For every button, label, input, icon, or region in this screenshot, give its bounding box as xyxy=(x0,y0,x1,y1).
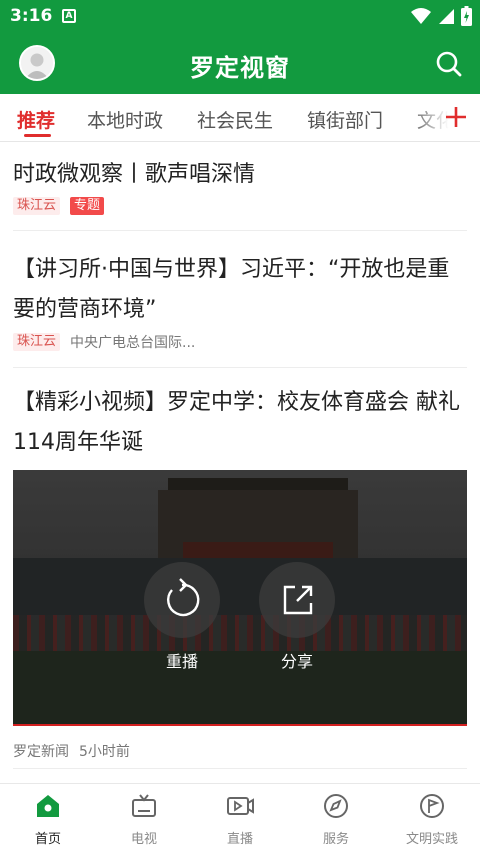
app-bar: 罗定视窗 xyxy=(0,34,480,94)
nav-tv-label: 电视 xyxy=(130,832,157,847)
home-icon xyxy=(37,795,59,817)
tab-recommend[interactable]: 推荐 xyxy=(17,106,55,133)
live-icon xyxy=(227,797,254,815)
battery-icon xyxy=(461,6,472,26)
wifi-icon xyxy=(411,8,431,24)
nav-civilization[interactable]: 文明实践 xyxy=(384,792,480,847)
nav-civilization-label: 文明实践 xyxy=(405,832,458,847)
compass-icon xyxy=(324,794,348,818)
signal-icon xyxy=(439,9,454,24)
source-tag: 珠江云 xyxy=(13,197,61,215)
nav-service-label: 服务 xyxy=(322,832,349,847)
nav-home[interactable]: 首页 xyxy=(0,792,96,847)
divider xyxy=(13,367,467,368)
news-title: 时政微观察丨歌声唱深情 xyxy=(13,162,256,187)
nav-service[interactable]: 服务 xyxy=(288,792,384,847)
news-title: 【讲习所·中国与世界】习近平：“开放也是重要的营商环境” xyxy=(13,257,450,322)
flag-icon xyxy=(420,794,444,818)
tab-local-politics[interactable]: 本地时政 xyxy=(87,106,163,133)
category-tabs: 推荐 本地时政 社会民生 镇街部门 文化 xyxy=(0,94,480,142)
tab-town-departments[interactable]: 镇街部门 xyxy=(307,106,383,133)
share-label: 分享 xyxy=(280,652,313,671)
news-time: 5小时前 xyxy=(79,744,130,760)
news-item[interactable]: 时政微观察丨歌声唱深情 珠江云 专题 xyxy=(13,155,467,215)
replay-label: 重播 xyxy=(165,652,198,671)
notification-app-icon: A xyxy=(62,9,76,23)
nav-live[interactable]: 直播 xyxy=(192,792,288,847)
video-player[interactable]: 重播 分享 xyxy=(13,470,467,726)
status-bar: 3:16 A xyxy=(0,0,480,34)
source-tag: 珠江云 xyxy=(13,333,61,351)
topic-tag: 专题 xyxy=(70,197,105,215)
news-title: 【精彩小视频】罗定中学：校友体育盛会 献礼114周年华诞 xyxy=(13,390,460,455)
app-title: 罗定视窗 xyxy=(190,54,290,82)
divider xyxy=(13,768,467,769)
nav-home-label: 首页 xyxy=(34,832,61,847)
news-feed: 时政微观察丨歌声唱深情 珠江云 专题 【讲习所·中国与世界】习近平：“开放也是重… xyxy=(0,143,480,783)
search-icon[interactable] xyxy=(434,49,464,79)
replay-button[interactable] xyxy=(144,562,220,638)
news-author: 中央广电总台国际... xyxy=(70,335,196,351)
tv-icon xyxy=(132,794,156,817)
tab-social-livelihood[interactable]: 社会民生 xyxy=(197,106,273,133)
active-tab-indicator xyxy=(24,134,51,137)
status-time: 3:16 xyxy=(10,6,53,26)
add-channel-icon[interactable] xyxy=(444,105,468,129)
news-item[interactable]: 【讲习所·中国与世界】习近平：“开放也是重要的营商环境” 珠江云 中央广电总台国… xyxy=(13,250,467,352)
news-item[interactable]: 【精彩小视频】罗定中学：校友体育盛会 献礼114周年华诞 xyxy=(13,383,467,463)
news-meta: 罗定新闻 5小时前 xyxy=(13,741,130,761)
news-author: 罗定新闻 xyxy=(13,744,69,760)
share-button[interactable] xyxy=(259,562,335,638)
bottom-navigation: 首页 电视 直播 服务 文明实践 xyxy=(0,783,480,853)
share-icon xyxy=(283,585,313,615)
system-icons xyxy=(411,6,472,26)
nav-tv[interactable]: 电视 xyxy=(96,792,192,847)
replay-icon xyxy=(167,578,200,617)
divider xyxy=(13,230,467,231)
nav-live-label: 直播 xyxy=(226,832,253,847)
